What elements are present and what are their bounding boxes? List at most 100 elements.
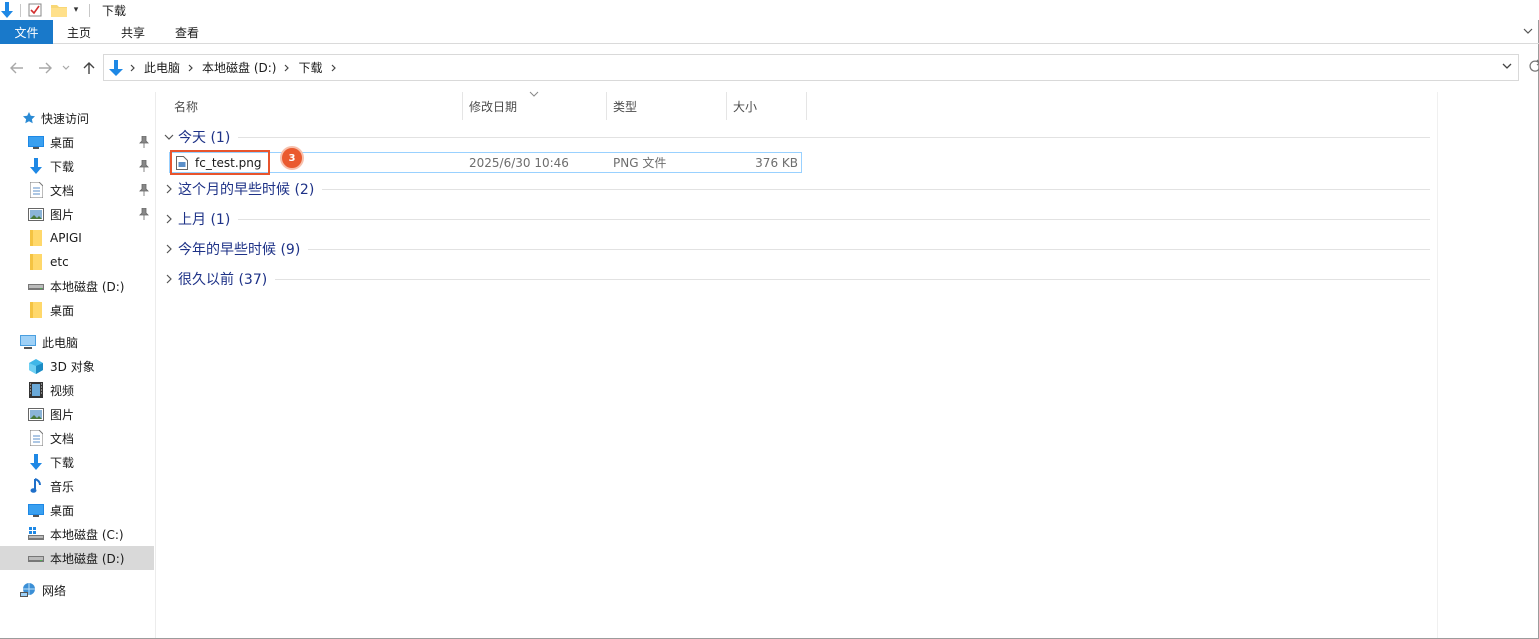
- sidebar-item-local-disk-d[interactable]: 本地磁盘 (D:): [0, 274, 154, 298]
- sidebar-item-label: 图片: [50, 207, 75, 222]
- back-arrow-icon[interactable]: [8, 59, 26, 77]
- sidebar-item-etc[interactable]: etc: [0, 250, 154, 274]
- breadcrumb-local-disk-d[interactable]: 本地磁盘 (D:): [202, 59, 276, 76]
- sidebar-item-label: 文档: [50, 431, 75, 446]
- sidebar-item-label: 下载: [50, 455, 75, 470]
- chevron-down-icon[interactable]: [163, 134, 175, 141]
- chevron-right-icon[interactable]: [163, 274, 175, 284]
- sidebar-network[interactable]: 网络: [0, 578, 154, 602]
- tab-view[interactable]: 查看: [160, 20, 214, 44]
- sidebar-item-label: 音乐: [50, 479, 75, 494]
- group-divider: [275, 278, 1430, 280]
- chevron-right-icon[interactable]: [163, 214, 175, 224]
- sidebar-item-pictures-pc[interactable]: 图片: [0, 402, 154, 426]
- group-earlier-this-month[interactable]: 这个月的早些时候 (2): [157, 174, 1430, 204]
- sidebar-this-pc[interactable]: 此电脑: [0, 330, 154, 354]
- sidebar-item-local-disk-c[interactable]: 本地磁盘 (C:): [0, 522, 154, 546]
- sidebar-item-documents-pc[interactable]: 文档: [0, 426, 154, 450]
- sidebar-quick-access[interactable]: 快速访问: [0, 106, 154, 130]
- breadcrumb-chevron-icon[interactable]: [188, 64, 194, 72]
- sidebar-item-downloads-pc[interactable]: 下载: [0, 450, 154, 474]
- column-divider[interactable]: [462, 92, 463, 120]
- ribbon-tabs: 文件 主页 共享 查看: [0, 20, 1539, 44]
- sidebar-item-label: 桌面: [50, 503, 75, 518]
- window-title: 下载: [102, 3, 127, 18]
- download-arrow-icon[interactable]: [0, 0, 14, 20]
- pin-icon[interactable]: [139, 207, 149, 220]
- breadcrumb-chevron-icon[interactable]: [331, 64, 337, 72]
- group-divider: [238, 218, 1430, 220]
- group-label: 今年的早些时候 (9): [178, 242, 301, 258]
- sidebar-item-local-disk-d-pc[interactable]: 本地磁盘 (D:): [0, 546, 154, 570]
- file-list: 名称 修改日期 类型 大小 今天 (1) fc_test.png 2025/6/…: [157, 91, 1437, 638]
- address-bar[interactable]: 此电脑 本地磁盘 (D:) 下载: [103, 54, 1519, 81]
- download-folder-icon: [108, 59, 124, 76]
- music-note-icon: [28, 478, 44, 494]
- new-folder-icon[interactable]: [49, 0, 69, 20]
- tab-home[interactable]: 主页: [53, 20, 106, 44]
- group-long-ago[interactable]: 很久以前 (37): [157, 264, 1430, 294]
- folder-icon: [28, 302, 44, 318]
- group-last-month[interactable]: 上月 (1): [157, 204, 1430, 234]
- sidebar-item-pictures[interactable]: 图片: [0, 202, 154, 226]
- forward-arrow-icon[interactable]: [36, 59, 54, 77]
- column-divider[interactable]: [606, 92, 607, 120]
- column-header-type[interactable]: 类型: [613, 92, 637, 120]
- column-divider[interactable]: [806, 92, 807, 120]
- document-icon: [28, 430, 44, 446]
- sidebar-item-label: 文档: [50, 183, 75, 198]
- breadcrumb-this-pc[interactable]: 此电脑: [144, 59, 180, 76]
- refresh-icon[interactable]: [1528, 59, 1539, 77]
- network-icon: [20, 582, 36, 598]
- explorer-window: ▾ 下载 文件 主页 共享 查看 此电脑 本地磁盘 (D:) 下载 快速访问 桌…: [0, 0, 1539, 639]
- group-earlier-this-year[interactable]: 今年的早些时候 (9): [157, 234, 1430, 264]
- group-today[interactable]: 今天 (1): [157, 122, 1430, 152]
- sidebar-item-desktop[interactable]: 桌面: [0, 130, 154, 154]
- pin-icon[interactable]: [139, 159, 149, 172]
- drive-icon: [28, 550, 44, 566]
- sidebar-item-label: 本地磁盘 (D:): [50, 279, 125, 294]
- sidebar-item-3d-objects[interactable]: 3D 对象: [0, 354, 154, 378]
- column-header-size[interactable]: 大小: [733, 92, 757, 120]
- sidebar-item-label: 此电脑: [42, 335, 79, 350]
- sidebar-item-desktop-folder[interactable]: 桌面: [0, 298, 154, 322]
- quick-access-separator: [20, 3, 21, 17]
- sidebar-item-label: 图片: [50, 407, 75, 422]
- sidebar-item-apigi[interactable]: APIGI: [0, 226, 154, 250]
- sidebar-item-label: etc: [50, 255, 69, 269]
- up-arrow-icon[interactable]: [80, 59, 98, 77]
- chevron-right-icon[interactable]: [163, 184, 175, 194]
- sidebar-item-desktop-pc[interactable]: 桌面: [0, 498, 154, 522]
- sidebar-item-documents[interactable]: 文档: [0, 178, 154, 202]
- pin-icon[interactable]: [139, 183, 149, 196]
- tab-share[interactable]: 共享: [106, 20, 160, 44]
- customize-toolbar-dropdown-icon[interactable]: ▾: [69, 0, 83, 20]
- breadcrumb-downloads[interactable]: 下载: [298, 59, 322, 76]
- navigation-pane: 快速访问 桌面 下载 文档 图片 APIGI etc 本地磁盘 (D:) 桌面 …: [0, 92, 156, 638]
- column-header-date[interactable]: 修改日期: [469, 92, 517, 120]
- column-header-name[interactable]: 名称: [174, 92, 198, 120]
- breadcrumb-chevron-icon[interactable]: [130, 64, 136, 72]
- cube-3d-icon: [28, 358, 44, 374]
- sidebar-item-videos[interactable]: 视频: [0, 378, 154, 402]
- scrollbar-track[interactable]: [1437, 92, 1438, 638]
- breadcrumb-chevron-icon[interactable]: [284, 64, 290, 72]
- download-icon: [28, 454, 44, 470]
- tab-file[interactable]: 文件: [0, 20, 53, 44]
- computer-icon: [20, 334, 36, 350]
- sidebar-item-label: 下载: [50, 159, 75, 174]
- properties-check-icon[interactable]: [27, 0, 43, 20]
- sidebar-item-label: 桌面: [50, 135, 75, 150]
- recent-locations-chevron-icon[interactable]: [60, 59, 72, 77]
- document-icon: [28, 182, 44, 198]
- address-history-chevron-icon[interactable]: [1502, 60, 1512, 73]
- desktop-icon: [28, 134, 44, 150]
- column-divider[interactable]: [726, 92, 727, 120]
- pin-icon[interactable]: [139, 135, 149, 148]
- annotation-step-badge: 3: [280, 146, 304, 170]
- sidebar-item-downloads[interactable]: 下载: [0, 154, 154, 178]
- sidebar-item-music[interactable]: 音乐: [0, 474, 154, 498]
- video-icon: [28, 382, 44, 398]
- chevron-right-icon[interactable]: [163, 244, 175, 254]
- expand-ribbon-icon[interactable]: [1521, 24, 1535, 38]
